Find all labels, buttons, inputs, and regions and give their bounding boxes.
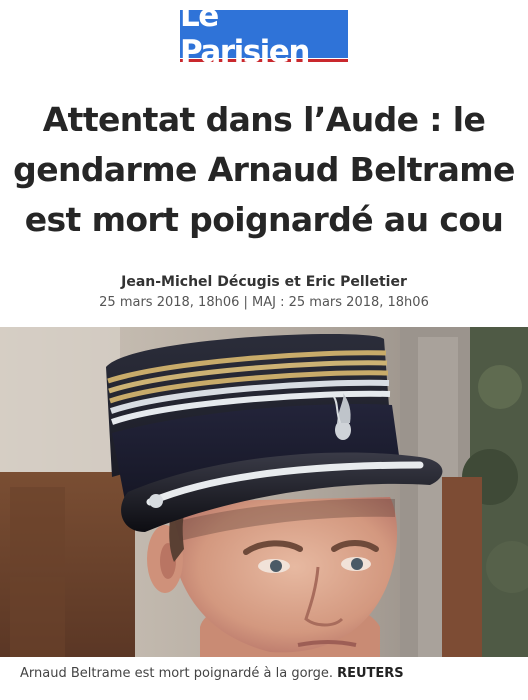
le-parisien-logo[interactable]: Le Parisien bbox=[180, 0, 348, 70]
gendarme-portrait-image bbox=[0, 327, 528, 657]
headline-line: gendarme Arnaud Beltrame bbox=[13, 150, 515, 189]
caption-text: Arnaud Beltrame est mort poignardé à la … bbox=[20, 666, 334, 681]
headline-line: est mort poignardé au cou bbox=[24, 200, 504, 239]
article-byline: Jean-Michel Décugis et Eric Pelletier 25… bbox=[0, 271, 528, 313]
photo-credit: REUTERS bbox=[337, 666, 404, 681]
logo-wordmark: Le Parisien bbox=[180, 0, 348, 70]
article-dates: 25 mars 2018, 18h06 | MAJ : 25 mars 2018… bbox=[99, 295, 429, 310]
article-headline: Attentat dans l’Aude : le gendarme Arnau… bbox=[0, 95, 528, 245]
photo-caption: Arnaud Beltrame est mort poignardé à la … bbox=[20, 666, 520, 681]
headline-line: Attentat dans l’Aude : le bbox=[42, 100, 486, 139]
article-authors[interactable]: Jean-Michel Décugis et Eric Pelletier bbox=[0, 271, 528, 293]
article-photo bbox=[0, 327, 528, 657]
